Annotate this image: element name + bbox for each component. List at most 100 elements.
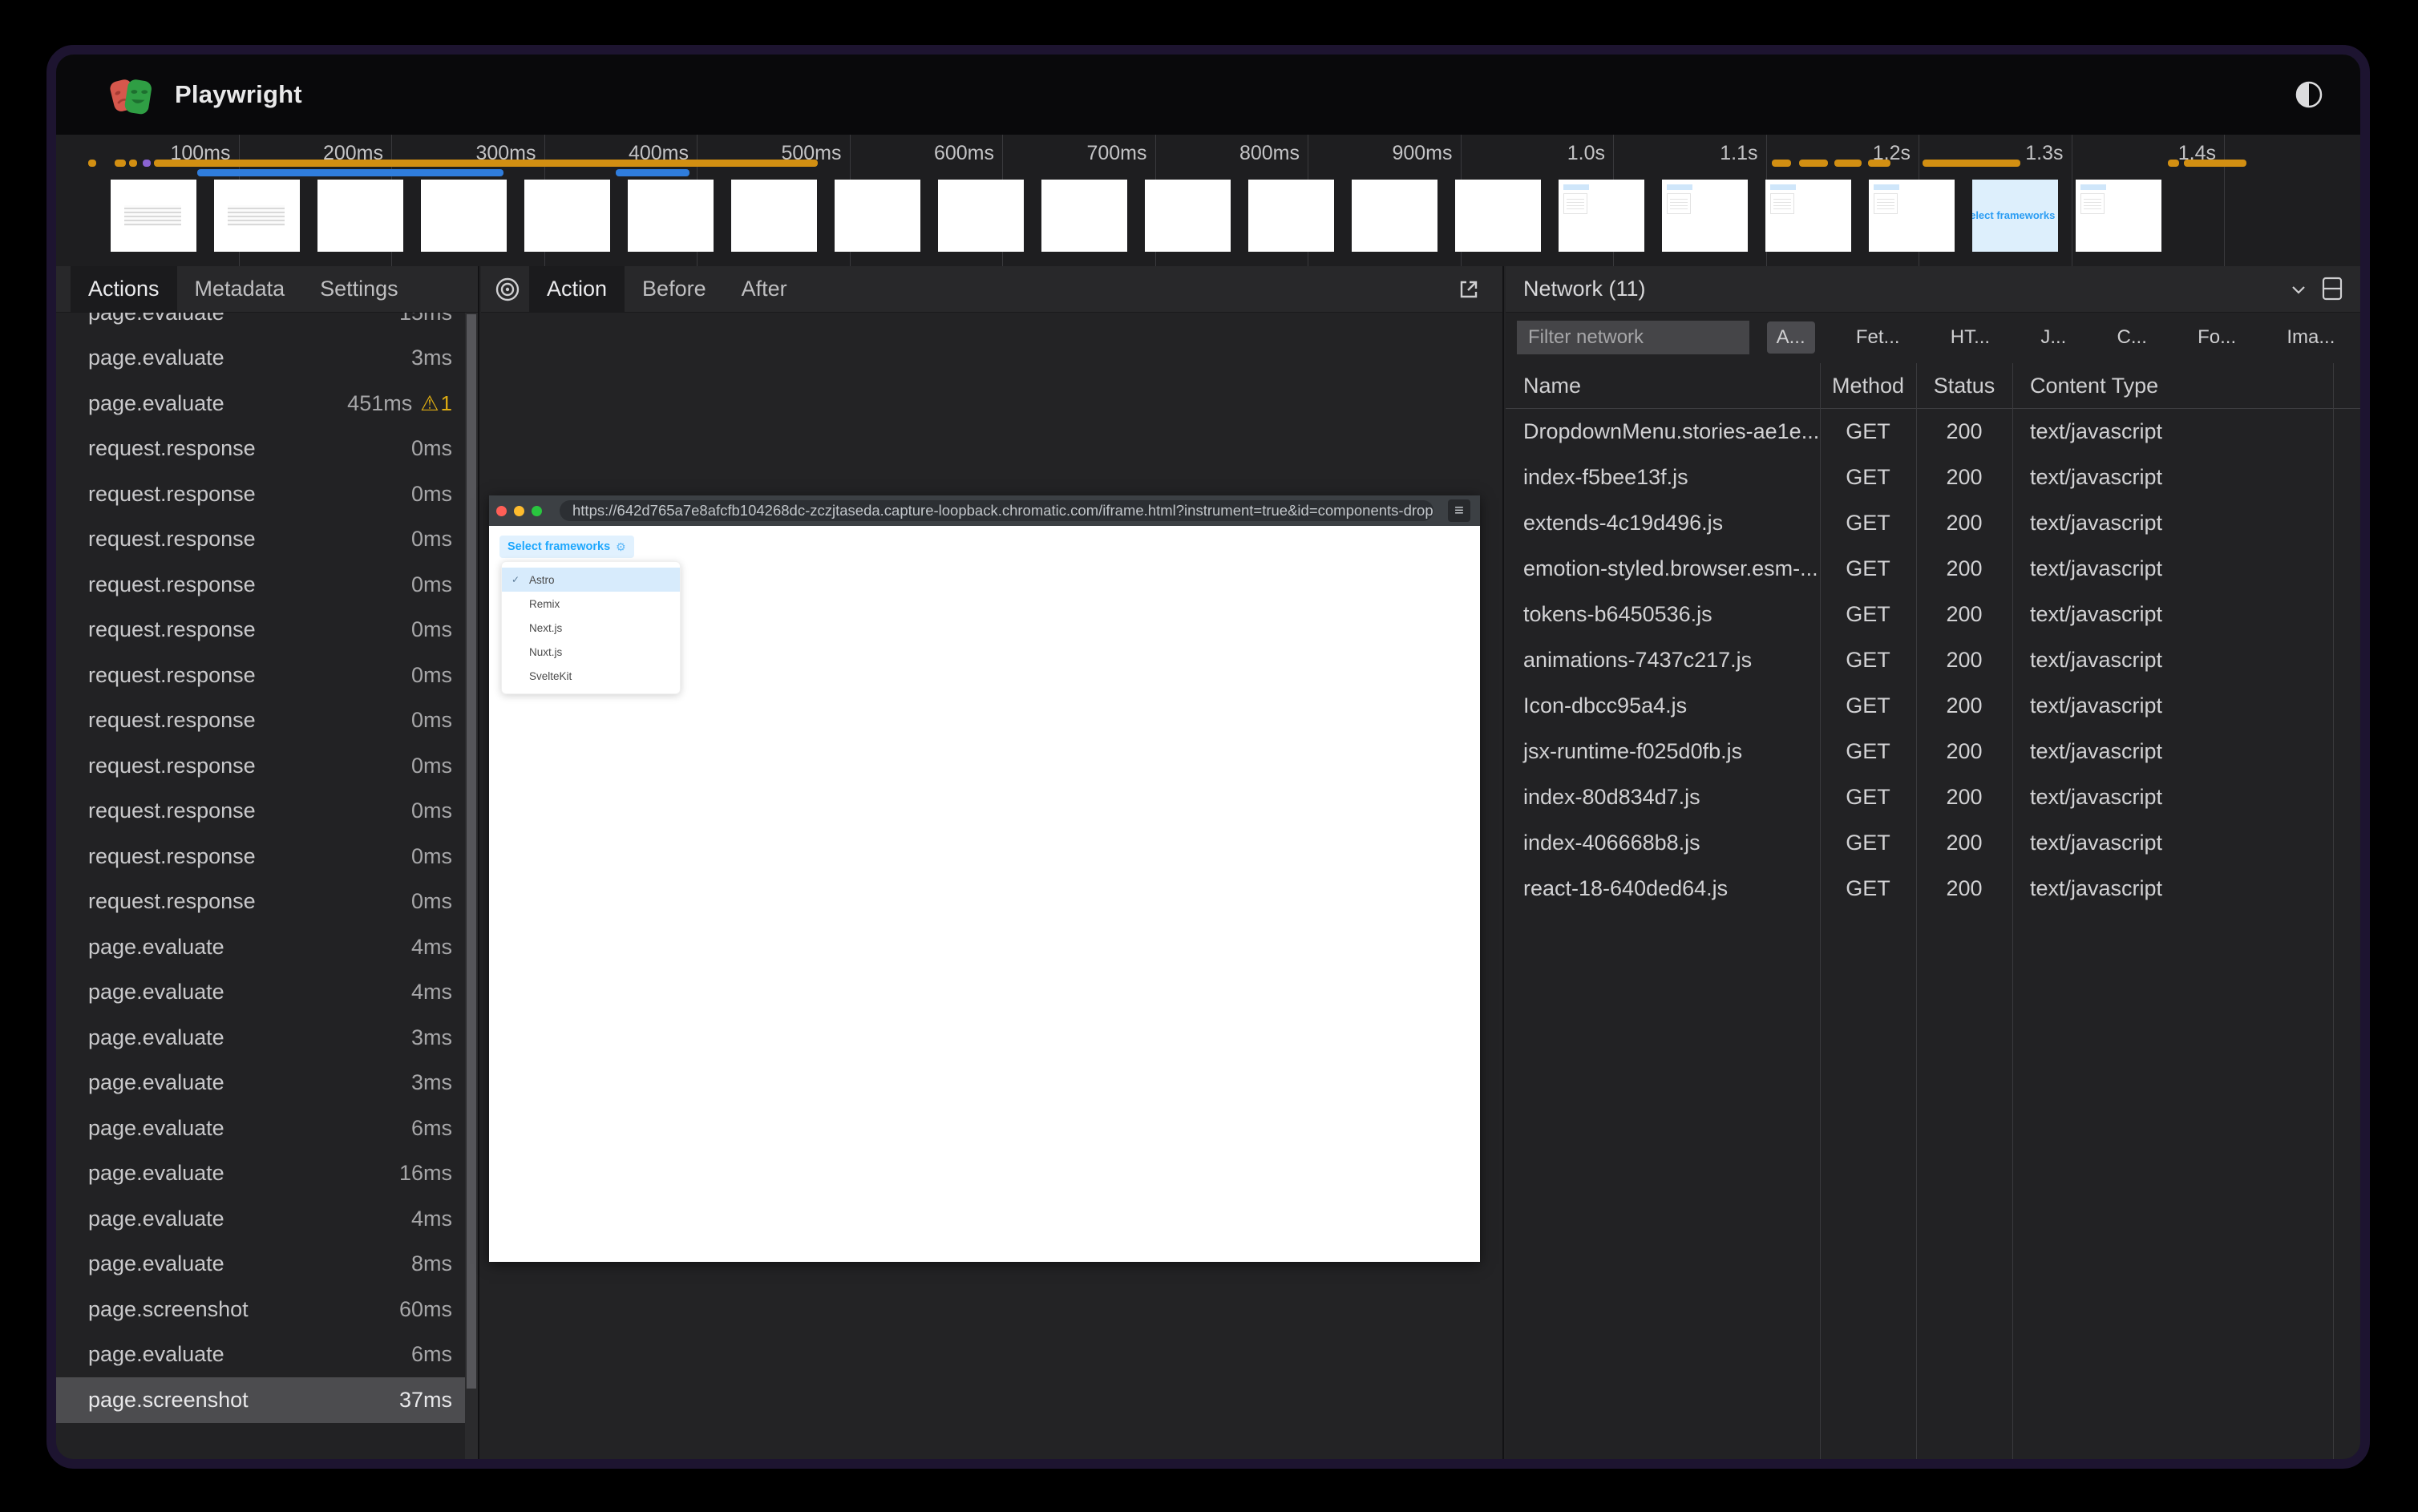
filmstrip-thumbnail[interactable]: [214, 180, 300, 252]
filmstrip-thumbnail[interactable]: [111, 180, 196, 252]
request-content-type: text/javascript: [2030, 556, 2163, 580]
action-row[interactable]: page.evaluate 3ms: [56, 1061, 465, 1106]
actions-scrollbar[interactable]: [465, 313, 478, 1459]
menu-item-remix[interactable]: ✓Remix: [502, 592, 680, 616]
network-request-row[interactable]: Icon-dbcc95a4.js GET 200 text/javascript: [1506, 683, 2360, 729]
action-row[interactable]: page.evaluate 6ms: [56, 1106, 465, 1151]
tab-metadata[interactable]: Metadata: [177, 266, 303, 312]
action-row[interactable]: page.evaluate 4ms: [56, 970, 465, 1016]
action-name: page.evaluate: [88, 1115, 224, 1140]
action-row[interactable]: request.response 0ms: [56, 698, 465, 744]
network-request-row[interactable]: index-406668b8.js GET 200 text/javascript: [1506, 820, 2360, 866]
select-frameworks-button[interactable]: Select frameworks ⚙: [499, 536, 634, 558]
action-row[interactable]: page.evaluate 3ms: [56, 1015, 465, 1061]
tab-action[interactable]: Action: [529, 266, 625, 312]
action-row[interactable]: request.response 0ms: [56, 427, 465, 472]
filmstrip-thumbnail[interactable]: [1559, 180, 1644, 252]
network-request-row[interactable]: jsx-runtime-f025d0fb.js GET 200 text/javasc…: [1506, 729, 2360, 774]
filmstrip-thumbnail[interactable]: [938, 180, 1024, 252]
filter-chip[interactable]: Ima...: [2277, 321, 2344, 354]
network-request-row[interactable]: extends-4c19d496.js GET 200 text/javascript: [1506, 500, 2360, 546]
action-row[interactable]: request.response 0ms: [56, 743, 465, 789]
tab-before[interactable]: Before: [625, 266, 724, 312]
action-row[interactable]: page.evaluate 4ms: [56, 924, 465, 970]
filmstrip-thumbnail[interactable]: [524, 180, 610, 252]
action-row[interactable]: page.screenshot 60ms: [56, 1287, 465, 1332]
action-row[interactable]: request.response 0ms: [56, 834, 465, 879]
filmstrip-thumbnail[interactable]: [421, 180, 507, 252]
chevron-down-icon[interactable]: [2288, 279, 2309, 300]
filmstrip-thumbnail[interactable]: [1041, 180, 1127, 252]
thumbnail-content: [1667, 184, 1692, 190]
tab-actions[interactable]: Actions: [71, 266, 177, 312]
filmstrip-thumbnail[interactable]: [1145, 180, 1231, 252]
network-request-row[interactable]: animations-7437c217.js GET 200 text/javascr…: [1506, 637, 2360, 683]
snapshot-panel: Action Before After https://642d765a7e8afc…: [481, 266, 1504, 1459]
tab-after[interactable]: After: [724, 266, 805, 312]
action-row[interactable]: page.evaluate15ms: [56, 313, 465, 336]
network-request-row[interactable]: tokens-b6450536.js GET 200 text/javascript: [1506, 592, 2360, 637]
filter-chip[interactable]: A...: [1766, 321, 1815, 354]
filter-chip[interactable]: C...: [2108, 321, 2157, 354]
filmstrip-thumbnail[interactable]: [835, 180, 920, 252]
menu-item-astro[interactable]: ✓ Astro: [502, 568, 680, 592]
action-row[interactable]: request.response 0ms: [56, 471, 465, 517]
action-row[interactable]: page.evaluate 451ms ⚠ 1: [56, 381, 465, 427]
tab-settings[interactable]: Settings: [302, 266, 416, 312]
action-row[interactable]: request.response 0ms: [56, 517, 465, 563]
filmstrip-thumbnail[interactable]: [2076, 180, 2161, 252]
filmstrip-thumbnail[interactable]: [1248, 180, 1334, 252]
filter-chip[interactable]: J...: [2031, 321, 2076, 354]
column-name[interactable]: Name: [1506, 374, 1820, 398]
filmstrip-thumbnail[interactable]: [1869, 180, 1955, 252]
filmstrip-thumbnail[interactable]: [1765, 180, 1851, 252]
browser-menu-icon[interactable]: ≡: [1448, 499, 1470, 522]
filmstrip-thumbnail[interactable]: [317, 180, 403, 252]
network-request-row[interactable]: emotion-styled.browser.esm-... GET 200 text…: [1506, 546, 2360, 592]
action-row[interactable]: request.response 0ms: [56, 562, 465, 608]
theme-toggle-icon[interactable]: [2291, 77, 2327, 112]
filmstrip-thumbnail[interactable]: [1352, 180, 1437, 252]
filmstrip-thumbnail[interactable]: [731, 180, 817, 252]
action-row[interactable]: page.screenshot 37ms: [56, 1377, 465, 1423]
action-row[interactable]: page.evaluate 8ms: [56, 1242, 465, 1288]
action-row[interactable]: page.evaluate 16ms: [56, 1151, 465, 1197]
filter-network-input[interactable]: [1517, 321, 1749, 354]
open-external-icon[interactable]: [1456, 277, 1482, 302]
filmstrip-thumbnail[interactable]: [1662, 180, 1748, 252]
pick-locator-icon[interactable]: [494, 276, 521, 303]
panel-layout-icon[interactable]: [2320, 276, 2344, 301]
action-row[interactable]: page.evaluate 4ms: [56, 1196, 465, 1242]
menu-item-nextjs[interactable]: ✓Next.js: [502, 616, 680, 640]
action-row[interactable]: page.evaluate 6ms: [56, 1332, 465, 1378]
action-row[interactable]: request.response 0ms: [56, 608, 465, 653]
filmstrip-thumbnail[interactable]: [1455, 180, 1541, 252]
menu-item-sveltekit[interactable]: ✓SvelteKit: [502, 664, 680, 688]
network-request-row[interactable]: DropdownMenu.stories-ae1e... GET 200 text/j…: [1506, 409, 2360, 455]
address-bar[interactable]: https://642d765a7e8afcfb104268dc-zczjtas…: [560, 500, 1433, 521]
traffic-light-close: [496, 505, 507, 516]
filter-chip[interactable]: Fo...: [2188, 321, 2246, 354]
column-content-type[interactable]: Content Type: [2012, 374, 2158, 398]
network-request-row[interactable]: react-18-640ded64.js GET 200 text/javascrip…: [1506, 866, 2360, 912]
network-request-row[interactable]: index-80d834d7.js GET 200 text/javascript: [1506, 774, 2360, 820]
thumbnail-content: [228, 205, 285, 226]
action-name: request.response: [88, 889, 256, 914]
action-row[interactable]: request.response 0ms: [56, 653, 465, 698]
network-request-row[interactable]: index-f5bee13f.js GET 200 text/javascript: [1506, 455, 2360, 500]
filmstrip-thumbnail[interactable]: Select frameworks ⚙: [1972, 180, 2058, 252]
menu-item-label: Astro: [529, 573, 555, 586]
column-method[interactable]: Method: [1820, 374, 1916, 398]
action-row[interactable]: request.response 0ms: [56, 789, 465, 835]
action-row[interactable]: page.evaluate 3ms: [56, 336, 465, 382]
request-content-type: text/javascript: [2030, 511, 2163, 535]
column-status[interactable]: Status: [1916, 374, 2012, 398]
filter-chip[interactable]: HT...: [1941, 321, 2000, 354]
request-content-type: text/javascript: [2030, 876, 2163, 900]
request-name: react-18-640ded64.js: [1523, 876, 1729, 900]
filter-chip[interactable]: Fet...: [1846, 321, 1910, 354]
menu-item-nuxtjs[interactable]: ✓Nuxt.js: [502, 640, 680, 664]
action-row[interactable]: request.response 0ms: [56, 879, 465, 925]
filmstrip-thumbnail[interactable]: [628, 180, 714, 252]
scrollbar-thumb[interactable]: [467, 314, 476, 1389]
